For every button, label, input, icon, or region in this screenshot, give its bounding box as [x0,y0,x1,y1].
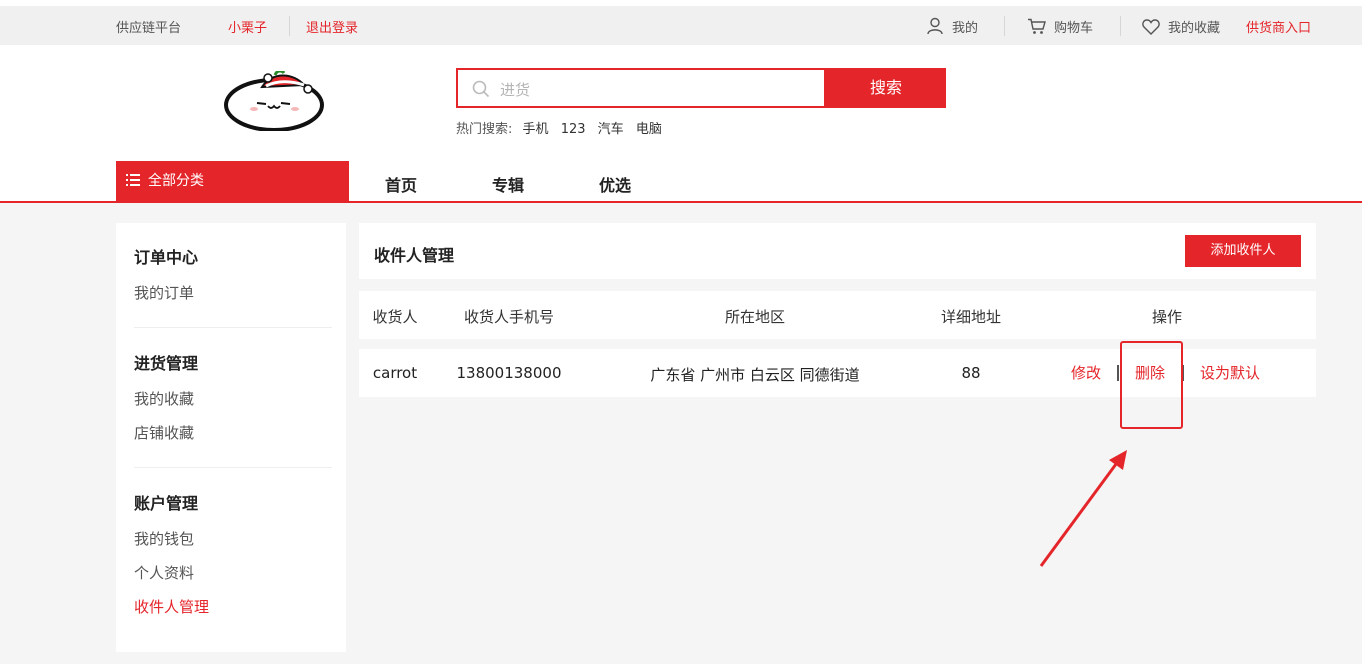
sidebar-item-my-orders[interactable]: 我的订单 [134,282,194,303]
sidebar-item-profile[interactable]: 个人资料 [134,562,194,583]
list-icon [126,174,140,186]
edit-button[interactable]: 修改 [1071,362,1101,383]
supplier-entry-link[interactable]: 供货商入口 [1246,17,1311,36]
sidebar-item-shop-favorites[interactable]: 店铺收藏 [134,422,194,443]
hot-search-keyword[interactable]: 电脑 [636,122,662,137]
hot-search-keyword[interactable]: 手机 [523,122,549,137]
site-logo[interactable] [222,71,332,131]
set-default-button[interactable]: 设为默认 [1200,362,1260,383]
mine-label: 我的 [952,21,979,36]
username-link[interactable]: 小栗子 [228,17,267,36]
all-categories-button[interactable]: 全部分类 [116,161,349,202]
sidebar-item-recipients[interactable]: 收件人管理 [134,596,209,617]
highlight-box [1120,341,1183,429]
sidebar-item-wallet[interactable]: 我的钱包 [134,528,194,549]
sidebar-section-title: 账户管理 [134,494,199,513]
column-header: 详细地址 [940,308,1002,326]
favorites-label: 我的收藏 [1168,21,1221,36]
column-header: 收货人 [372,308,418,326]
divider [1004,16,1005,36]
sidebar-divider [134,467,332,468]
all-categories-label: 全部分类 [148,173,204,189]
nav-item-home[interactable]: 首页 [385,172,417,196]
favorites-link[interactable]: 我的收藏 [1142,17,1220,36]
platform-name: 供应链平台 [116,21,182,36]
cart-link[interactable]: 购物车 [1027,17,1093,36]
recipient-region: 广东省 广州市 白云区 同德街道 [650,366,860,384]
divider [1120,16,1121,36]
nav-underline [0,201,1362,203]
cart-label: 购物车 [1054,21,1094,36]
column-header: 操作 [1151,308,1183,326]
table-header: 收货人 收货人手机号 所在地区 详细地址 操作 [359,291,1316,339]
page-title: 收件人管理 [374,246,455,265]
sidebar-item-my-favorites[interactable]: 我的收藏 [134,388,194,409]
user-icon [927,17,943,35]
search-icon [472,80,490,98]
top-bar: 供应链平台 小栗子 退出登录 我的 购物车 我的收藏 供货商入口 [0,0,1362,45]
heart-icon [1142,19,1160,35]
cart-icon [1028,18,1046,34]
sidebar-section-title: 进货管理 [134,354,199,373]
hot-search-label: 热门搜索: [456,122,513,137]
nav-item-featured[interactable]: 优选 [599,172,631,196]
hot-search-keyword[interactable]: 汽车 [598,122,624,137]
column-header: 所在地区 [724,308,786,326]
nav-item-albums[interactable]: 专辑 [492,172,524,196]
column-header: 收货人手机号 [463,308,555,326]
hot-searches: 热门搜索: 手机 123 汽车 电脑 [456,118,670,137]
recipient-address: 88 [961,364,981,382]
logout-link[interactable]: 退出登录 [306,17,358,36]
panel-header: 收件人管理 添加收件人 [359,223,1316,279]
mine-link[interactable]: 我的 [926,17,978,36]
hot-search-keyword[interactable]: 123 [561,122,586,137]
search-placeholder: 进货 [500,81,531,99]
action-divider [1117,365,1119,381]
search-input[interactable]: 进货 [456,68,826,108]
recipient-name: carrot [372,364,418,382]
add-recipient-button[interactable]: 添加收件人 [1185,235,1301,267]
sidebar: 订单中心 我的订单 进货管理 我的收藏 店铺收藏 账户管理 我的钱包 个人资料 … [116,223,346,652]
search-button[interactable]: 搜索 [826,68,946,108]
sidebar-section-title: 订单中心 [134,248,199,267]
recipient-phone: 13800138000 [456,364,562,382]
divider [289,16,290,36]
sidebar-divider [134,327,332,328]
arrow-annotation [1039,450,1127,567]
